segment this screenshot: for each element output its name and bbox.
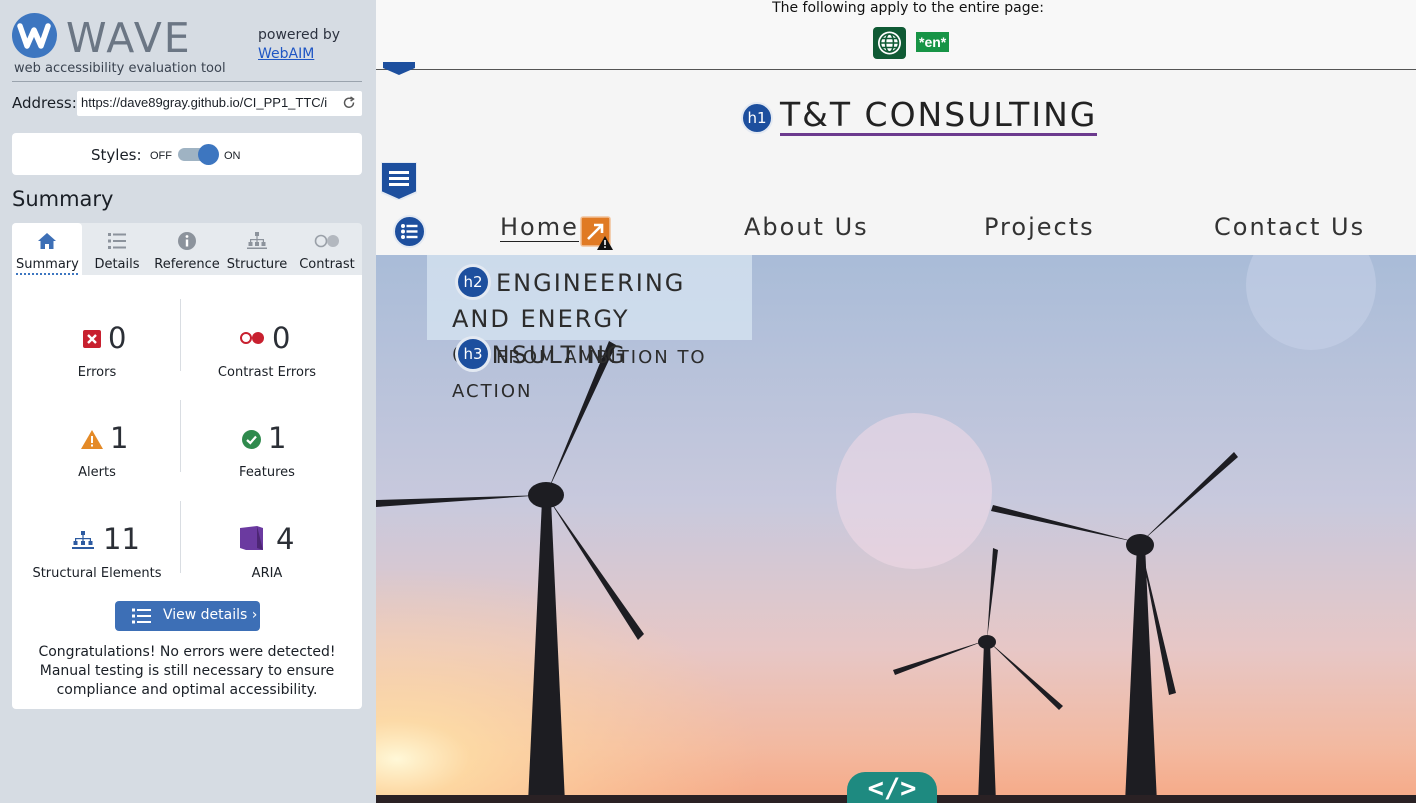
tab-details[interactable]: Details	[82, 223, 152, 275]
alerts-stat[interactable]: 1 Alerts	[12, 421, 182, 491]
list-icon	[132, 608, 151, 624]
alerts-count: 1	[110, 421, 129, 455]
hero-subheading: FROM AMBITION TO ACTION	[452, 347, 707, 402]
errors-count: 0	[108, 321, 127, 355]
applies-text: The following apply to the entire page:	[772, 0, 1044, 16]
hierarchy-icon	[247, 232, 267, 249]
styles-on-label: ON	[224, 150, 241, 162]
styles-toggle-panel: Styles: OFF ON	[12, 133, 362, 175]
contrast-error-icon	[240, 332, 264, 344]
contrast-errors-stat[interactable]: 0 Contrast Errors	[182, 321, 352, 391]
webaim-link[interactable]: WebAIM	[258, 46, 314, 62]
alerts-label: Alerts	[78, 465, 116, 480]
site-title[interactable]: T&T CONSULTING	[780, 97, 1098, 136]
aria-landmark-icon[interactable]	[383, 62, 415, 75]
contrast-errors-label: Contrast Errors	[217, 365, 317, 380]
nav-link-home[interactable]: Home	[500, 213, 579, 242]
summary-panel: 0 Errors 0 Contrast Errors 1 Alerts 1 Fe…	[12, 275, 362, 709]
features-label: Features	[239, 465, 295, 480]
toggle-knob[interactable]	[198, 144, 219, 165]
address-field[interactable]: https://dave89gray.github.io/CI_PP1_TTC/…	[77, 91, 362, 116]
tab-reference[interactable]: Reference	[152, 223, 222, 275]
redundant-link-alert-icon[interactable]	[579, 215, 615, 251]
language-globe-icon[interactable]	[873, 27, 906, 59]
feature-check-icon	[242, 430, 261, 449]
info-icon	[178, 232, 196, 250]
tab-contrast[interactable]: Contrast	[292, 223, 362, 275]
powered-by-text: powered by	[258, 27, 341, 43]
wave-logo-icon	[12, 13, 57, 58]
h2-badge[interactable]: h2	[455, 264, 491, 300]
view-details-label: View details ›	[163, 607, 258, 623]
styles-label: Styles:	[91, 146, 142, 164]
structure-icon	[72, 531, 94, 549]
evaluated-page: The following apply to the entire page: …	[376, 0, 1416, 803]
aria-count: 4	[276, 522, 295, 556]
errors-label: Errors	[77, 365, 117, 380]
alert-icon	[81, 430, 103, 449]
tab-label: Structure	[226, 257, 288, 272]
styles-off-label: OFF	[150, 150, 172, 162]
panel-tabs: Summary Details Reference Structure Cont…	[12, 223, 362, 275]
structural-elements-stat[interactable]: 11 Structural Elements	[12, 522, 182, 592]
tab-summary[interactable]: Summary	[12, 223, 82, 275]
reload-icon[interactable]	[342, 96, 356, 110]
nav-link-projects[interactable]: Projects	[984, 213, 1095, 241]
nav-link-about[interactable]: About Us	[744, 213, 869, 241]
contrast-errors-count: 0	[272, 321, 291, 355]
aria-stat[interactable]: 4 ARIA	[182, 522, 352, 592]
nav-link-contact[interactable]: Contact Us	[1214, 213, 1365, 241]
aria-menu-icon[interactable]	[381, 162, 417, 200]
h3-badge[interactable]: h3	[455, 336, 491, 372]
view-details-button[interactable]: View details ›	[115, 601, 260, 631]
code-view-tab[interactable]: </>	[847, 772, 937, 803]
list-icon	[108, 233, 126, 249]
summary-heading: Summary	[12, 187, 114, 211]
h1-badge[interactable]: h1	[741, 102, 773, 134]
unordered-list-icon[interactable]	[393, 215, 426, 248]
tab-structure[interactable]: Structure	[222, 223, 292, 275]
contrast-toggle-icon	[314, 234, 339, 248]
wave-brand: WAVE	[66, 14, 192, 62]
tab-label: Summary	[16, 257, 79, 275]
features-stat[interactable]: 1 Features	[182, 421, 352, 491]
styles-toggle[interactable]	[178, 144, 219, 165]
home-icon	[38, 233, 56, 249]
language-en-badge[interactable]: *en*	[916, 32, 950, 52]
wave-sidebar: WAVE web accessibility evaluation tool p…	[0, 0, 376, 803]
aria-label: ARIA	[251, 566, 283, 581]
features-count: 1	[268, 421, 287, 455]
divider	[12, 81, 362, 82]
page-level-bar: The following apply to the entire page: …	[376, 0, 1416, 70]
wave-tagline: web accessibility evaluation tool	[14, 61, 226, 76]
tab-label: Contrast	[299, 257, 355, 272]
tab-label: Details	[94, 257, 140, 272]
address-label: Address:	[12, 94, 77, 112]
structural-elements-label: Structural Elements	[32, 566, 162, 581]
aria-icon	[240, 526, 263, 550]
congratulations-message: Congratulations! No errors were detected…	[38, 644, 336, 698]
errors-stat[interactable]: 0 Errors	[12, 321, 182, 391]
error-icon	[83, 330, 101, 348]
tab-label: Reference	[154, 257, 220, 272]
structural-elements-count: 11	[103, 522, 140, 556]
address-input[interactable]: https://dave89gray.github.io/CI_PP1_TTC/…	[81, 95, 335, 110]
